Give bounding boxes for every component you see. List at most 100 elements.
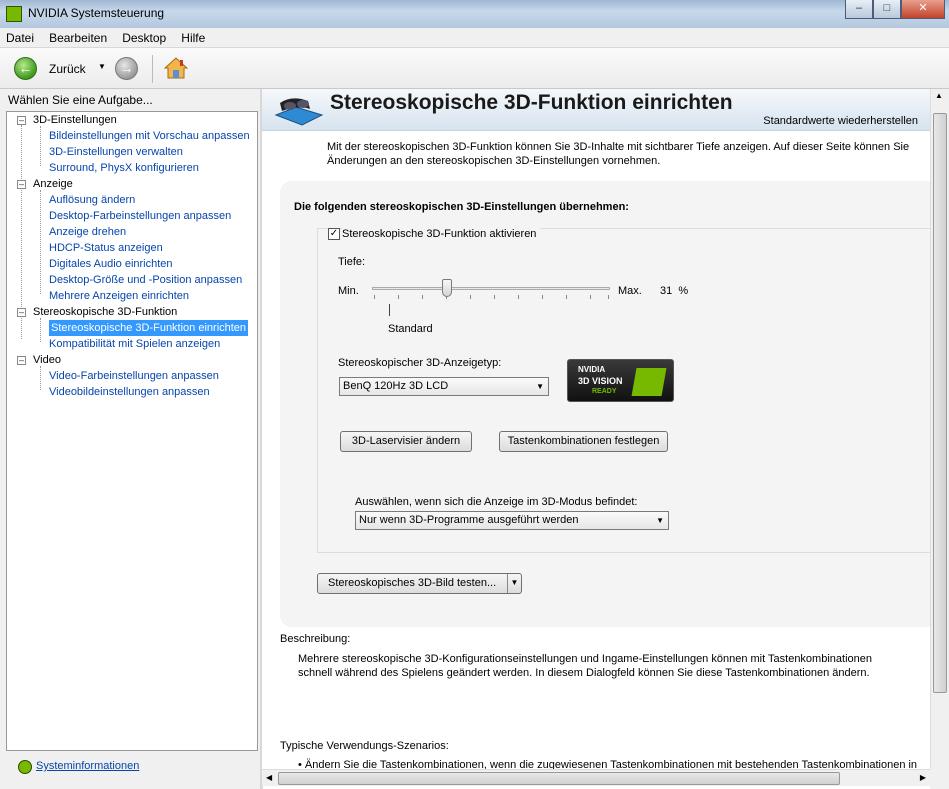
maximize-button[interactable]: □	[873, 0, 901, 19]
horizontal-scroll-thumb[interactable]	[278, 772, 840, 785]
mode-label: Auswählen, wenn sich die Anzeige im 3D-M…	[355, 496, 638, 508]
scroll-up-icon[interactable]: ▲	[935, 91, 943, 100]
tree-item-video-farbeinstellungen[interactable]: Video-Farbeinstellungen anpassen	[49, 368, 219, 384]
page-title: Stereoskopische 3D-Funktion einrichten	[330, 91, 733, 114]
display-type-dropdown[interactable]: BenQ 120Hz 3D LCD ▼	[339, 377, 549, 396]
test-3d-image-label: Stereoskopisches 3D-Bild testen...	[328, 577, 497, 589]
restore-defaults-link[interactable]: Standardwerte wiederherstellen	[763, 115, 918, 127]
tree-item-desktop-farbeinstellungen[interactable]: Desktop-Farbeinstellungen anpassen	[49, 208, 231, 224]
home-icon[interactable]	[164, 57, 188, 79]
category-stereoskopische-3d[interactable]: Stereoskopische 3D-Funktion	[33, 304, 177, 320]
depth-max-label: Max.	[618, 285, 642, 297]
scroll-left-icon[interactable]: ◀	[266, 773, 272, 782]
category-video[interactable]: Video	[33, 352, 61, 368]
depth-unit: %	[678, 285, 689, 297]
back-dropdown-icon[interactable]: ▼	[98, 62, 106, 71]
tree-item-surround-physx[interactable]: Surround, PhysX konfigurieren	[49, 160, 199, 176]
collapse-toggle-icon[interactable]: –	[17, 180, 26, 189]
system-information-link[interactable]: Systeminformationen	[36, 760, 139, 772]
close-button[interactable]: ✕	[901, 0, 945, 19]
page-intro: Mit der stereoskopischen 3D-Funktion kön…	[327, 141, 910, 167]
enable-3d-label[interactable]: Stereoskopische 3D-Funktion aktivieren	[342, 228, 541, 240]
badge-ready-text: READY	[592, 388, 617, 395]
scrollbar-corner	[930, 769, 949, 789]
chevron-down-icon: ▼	[656, 516, 664, 525]
collapse-toggle-icon[interactable]: –	[17, 356, 26, 365]
collapse-toggle-icon[interactable]: –	[17, 308, 26, 317]
slider-tick	[470, 295, 471, 299]
menu-desktop[interactable]: Desktop	[116, 28, 172, 48]
slider-tick	[494, 295, 495, 299]
badge-3dvision-text: 3D VISION	[578, 376, 623, 386]
menu-bearbeiten[interactable]: Bearbeiten	[43, 28, 113, 48]
collapse-toggle-icon[interactable]: –	[17, 116, 26, 125]
scroll-right-icon[interactable]: ▶	[920, 773, 926, 782]
horizontal-scrollbar[interactable]: ◀ ▶	[262, 769, 930, 786]
slider-tick	[590, 295, 591, 299]
slider-tick	[566, 295, 567, 299]
slider-tick	[608, 295, 609, 299]
task-panel: Wählen Sie eine Aufgabe... – 3D-Einstell…	[0, 89, 262, 789]
set-hotkeys-button[interactable]: Tastenkombinationen festlegen	[499, 431, 668, 452]
3d-vision-ready-badge: NVIDIA 3D VISION READY	[567, 359, 674, 402]
depth-slider-track[interactable]	[372, 287, 610, 290]
task-panel-heading: Wählen Sie eine Aufgabe...	[8, 93, 153, 107]
depth-value: 31	[660, 285, 673, 297]
toolbar: ← Zurück ▼ →	[0, 48, 949, 89]
tree-item-aufloesung[interactable]: Auflösung ändern	[49, 192, 135, 208]
slider-tick	[518, 295, 519, 299]
tree-item-hdcp-status[interactable]: HDCP-Status anzeigen	[49, 240, 163, 256]
usage-label: Typische Verwendungs-Szenarios:	[280, 740, 449, 752]
tree-item-anzeige-drehen[interactable]: Anzeige drehen	[49, 224, 126, 240]
menu-datei[interactable]: Datei	[0, 28, 40, 48]
menu-bar: Datei Bearbeiten Desktop Hilfe	[0, 28, 949, 48]
slider-tick	[374, 295, 375, 299]
test-3d-image-button[interactable]: Stereoskopisches 3D-Bild testen... ▼	[317, 573, 522, 594]
content-panel: Stereoskopische 3D-Funktion einrichten S…	[262, 89, 930, 769]
tree-item-desktop-groesse[interactable]: Desktop-Größe und -Position anpassen	[49, 272, 242, 288]
tree-item-kompatibilitaet-spiele[interactable]: Kompatibilität mit Spielen anzeigen	[49, 336, 220, 352]
category-3d-einstellungen[interactable]: 3D-Einstellungen	[33, 112, 117, 128]
3d-glasses-icon	[274, 98, 324, 126]
vertical-scroll-thumb[interactable]	[933, 113, 947, 693]
enable-3d-checkbox[interactable]: ✓	[328, 228, 340, 240]
laser-sight-button[interactable]: 3D-Laservisier ändern	[340, 431, 472, 452]
task-tree: – 3D-Einstellungen Bildeinstellungen mit…	[6, 111, 258, 751]
slider-tick	[422, 295, 423, 299]
settings-heading: Die folgenden stereoskopischen 3D-Einste…	[294, 201, 629, 213]
description-label: Beschreibung:	[280, 633, 351, 645]
toolbar-separator	[152, 55, 153, 83]
vertical-scrollbar[interactable]: ▲	[930, 89, 949, 769]
back-arrow-icon[interactable]: ←	[14, 57, 37, 80]
display-type-label: Stereoskopischer 3D-Anzeigetyp:	[338, 357, 502, 369]
standard-label: Standard	[388, 323, 433, 335]
chevron-down-icon[interactable]: ▼	[507, 574, 521, 593]
usage-item: • Ändern Sie die Tastenkombinationen, we…	[298, 759, 918, 769]
category-anzeige[interactable]: Anzeige	[33, 176, 73, 192]
slider-tick	[542, 295, 543, 299]
tree-item-bildeinstellungen[interactable]: Bildeinstellungen mit Vorschau anpassen	[49, 128, 250, 144]
page-banner: Stereoskopische 3D-Funktion einrichten S…	[262, 89, 930, 131]
tree-line	[40, 318, 41, 342]
nvidia-logo-icon	[631, 368, 667, 396]
window-controls: – □ ✕	[845, 0, 945, 19]
nvidia-app-icon	[6, 6, 22, 22]
tree-item-digitales-audio[interactable]: Digitales Audio einrichten	[49, 256, 173, 272]
tree-item-3d-funktion-einrichten[interactable]: Stereoskopische 3D-Funktion einrichten	[49, 320, 249, 336]
display-type-value: BenQ 120Hz 3D LCD	[343, 380, 449, 392]
depth-slider-thumb[interactable]	[442, 279, 452, 297]
slider-tick	[398, 295, 399, 299]
standard-marker	[389, 304, 390, 316]
forward-arrow-icon[interactable]: →	[115, 57, 138, 80]
mode-dropdown[interactable]: Nur wenn 3D-Programme ausgeführt werden …	[355, 511, 669, 530]
chevron-down-icon: ▼	[536, 382, 544, 391]
tree-item-3d-einstellungen-verwalten[interactable]: 3D-Einstellungen verwalten	[49, 144, 183, 160]
tree-item-videobildeinstellungen[interactable]: Videobildeinstellungen anpassen	[49, 384, 210, 400]
tree-item-mehrere-anzeigen[interactable]: Mehrere Anzeigen einrichten	[49, 288, 189, 304]
system-info-icon	[18, 760, 32, 774]
menu-hilfe[interactable]: Hilfe	[175, 28, 211, 48]
depth-label: Tiefe:	[338, 256, 366, 268]
description-text: Mehrere stereoskopische 3D-Konfiguration…	[298, 653, 872, 679]
back-button[interactable]: Zurück	[49, 62, 86, 76]
minimize-button[interactable]: –	[845, 0, 873, 19]
